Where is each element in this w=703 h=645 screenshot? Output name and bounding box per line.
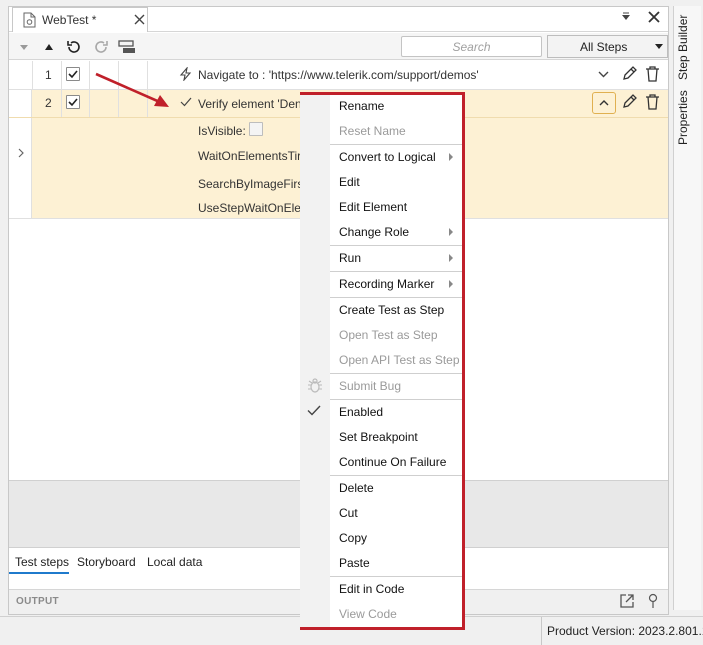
delete-icon[interactable]	[645, 66, 660, 82]
redo-icon[interactable]	[92, 38, 110, 56]
edit-icon[interactable]	[621, 94, 637, 110]
step-description: Navigate to : 'https://www.telerik.com/s…	[198, 68, 479, 82]
menu-item-open-api-test-as-step: Open API Test as Step	[339, 353, 460, 367]
tab-local-data[interactable]: Local data	[147, 555, 202, 569]
menu-item-delete[interactable]: Delete	[339, 481, 374, 495]
menu-item-change-role[interactable]: Change Role	[339, 225, 409, 239]
submenu-arrow-icon	[449, 153, 453, 161]
edit-icon[interactable]	[621, 66, 637, 82]
step-group-icon[interactable]	[118, 38, 136, 56]
menu-separator	[330, 271, 462, 272]
tab-test-steps[interactable]: Test steps	[15, 555, 69, 569]
menu-separator	[330, 245, 462, 246]
collapse-button[interactable]	[592, 92, 616, 114]
tab-webtest[interactable]: WebTest *	[12, 7, 148, 32]
menu-item-cut[interactable]: Cut	[339, 506, 358, 520]
product-version: Product Version: 2023.2.801.1	[541, 617, 703, 645]
bug-icon	[307, 377, 323, 393]
move-up-icon[interactable]	[40, 38, 58, 56]
menu-item-edit-element[interactable]: Edit Element	[339, 200, 407, 214]
menu-item-enabled[interactable]: Enabled	[339, 405, 383, 419]
steps-filter-value: All Steps	[580, 40, 628, 54]
menu-separator	[330, 297, 462, 298]
menu-item-submit-bug: Submit Bug	[339, 379, 402, 393]
panel-close-icon[interactable]	[648, 11, 660, 23]
step-enabled-checkbox[interactable]	[66, 67, 80, 81]
grid-line	[61, 61, 62, 117]
property-label: IsVisible:	[198, 124, 246, 138]
isvisible-checkbox[interactable]	[249, 122, 263, 136]
menu-item-continue-on-failure[interactable]: Continue On Failure	[339, 455, 446, 469]
step-description: Verify element 'Den	[198, 97, 302, 111]
chevron-down-icon	[655, 44, 663, 50]
step-number: 1	[45, 68, 52, 82]
property-label: WaitOnElementsTir	[198, 149, 302, 163]
menu-separator	[330, 399, 462, 400]
grid-line	[89, 61, 90, 117]
undo-icon[interactable]	[65, 38, 83, 56]
menu-item-open-test-as-step: Open Test as Step	[339, 328, 438, 342]
search-input[interactable]	[402, 37, 541, 56]
menu-separator	[330, 144, 462, 145]
submenu-arrow-icon	[449, 254, 453, 262]
menu-item-set-breakpoint[interactable]: Set Breakpoint	[339, 430, 418, 444]
menu-item-paste[interactable]: Paste	[339, 556, 370, 570]
menu-item-edit-in-code[interactable]: Edit in Code	[339, 582, 404, 596]
step-number: 2	[45, 96, 52, 110]
menu-icon-gutter	[300, 95, 330, 627]
menu-item-recording-marker[interactable]: Recording Marker	[339, 277, 434, 291]
menu-item-convert-to-logical[interactable]: Convert to Logical	[339, 150, 436, 164]
menu-item-view-code: View Code	[339, 607, 397, 621]
pin-icon[interactable]	[647, 593, 659, 609]
expand-chevron-icon[interactable]	[598, 71, 609, 78]
annotation-arrow-icon	[92, 70, 182, 115]
delete-icon[interactable]	[645, 94, 660, 110]
side-tab-properties[interactable]: Properties	[676, 90, 698, 146]
menu-separator	[330, 475, 462, 476]
output-label: OUTPUT	[16, 596, 59, 607]
check-icon	[307, 405, 321, 416]
menu-item-run[interactable]: Run	[339, 251, 361, 265]
property-label: SearchByImageFirst	[198, 177, 307, 191]
close-icon[interactable]	[134, 14, 145, 25]
menu-item-reset-name: Reset Name	[339, 124, 406, 138]
side-tab-step-builder[interactable]: Step Builder	[676, 12, 698, 82]
step-enabled-checkbox[interactable]	[66, 95, 80, 109]
tab-label: WebTest *	[42, 13, 97, 27]
tab-storyboard[interactable]: Storyboard	[77, 555, 136, 569]
menu-item-copy[interactable]: Copy	[339, 531, 367, 545]
grid-line	[32, 61, 33, 89]
menu-separator	[330, 576, 462, 577]
search-input-wrapper[interactable]	[401, 36, 542, 57]
menu-separator	[330, 373, 462, 374]
menu-item-create-test-as-step[interactable]: Create Test as Step	[339, 303, 444, 317]
property-label: UseStepWaitOnEler	[198, 201, 305, 215]
menu-item-rename[interactable]: Rename	[339, 99, 384, 113]
move-down-icon[interactable]	[15, 38, 33, 56]
popout-icon[interactable]	[619, 593, 635, 609]
tab-dropdown-icon[interactable]	[621, 11, 631, 21]
file-icon	[23, 12, 36, 28]
submenu-arrow-icon	[449, 228, 453, 236]
submenu-arrow-icon	[449, 280, 453, 288]
menu-item-edit[interactable]: Edit	[339, 175, 360, 189]
expand-arrow-icon[interactable]	[18, 148, 25, 158]
steps-filter-select[interactable]: All Steps	[547, 35, 668, 58]
